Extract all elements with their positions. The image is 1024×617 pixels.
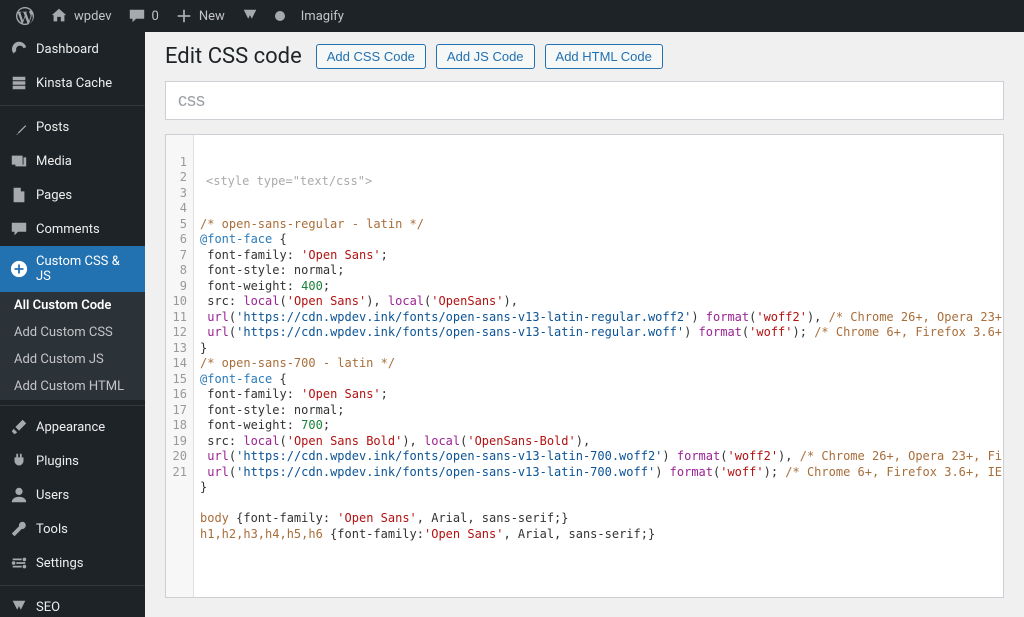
sidebar-item-tools[interactable]: Tools — [0, 512, 145, 546]
comments-icon — [10, 220, 28, 238]
add-css-button[interactable]: Add CSS Code — [316, 44, 426, 69]
wp-logo[interactable] — [8, 0, 42, 32]
sidebar-item-seo[interactable]: SEO — [0, 590, 145, 617]
sidebar-item-pages[interactable]: Pages — [0, 178, 145, 212]
admin-sidebar: Dashboard Kinsta Cache Posts Media Pages… — [0, 32, 145, 617]
code-editor[interactable]: 123456789101112131415161718192021 <style… — [165, 134, 1004, 598]
page-icon — [10, 186, 28, 204]
plus-circle-icon — [10, 260, 28, 278]
comment-icon — [128, 7, 146, 25]
sidebar-item-kinsta[interactable]: Kinsta Cache — [0, 66, 145, 100]
plus-icon — [175, 7, 193, 25]
sub-item-add-css[interactable]: Add Custom CSS — [0, 319, 145, 346]
seo-icon — [10, 598, 28, 616]
sidebar-item-dashboard[interactable]: Dashboard — [0, 32, 145, 66]
sub-item-all-code[interactable]: All Custom Code — [0, 292, 145, 319]
sidebar-item-users[interactable]: Users — [0, 478, 145, 512]
page-title: Edit CSS code — [165, 44, 302, 69]
admin-bar: wpdev 0 New Imagify — [0, 0, 1024, 32]
yoast-icon — [241, 7, 259, 25]
code-title-input[interactable] — [165, 81, 1004, 120]
comments-link[interactable]: 0 — [120, 0, 167, 32]
sidebar-item-posts[interactable]: Posts — [0, 110, 145, 144]
plug-icon — [10, 452, 28, 470]
cache-icon — [10, 74, 28, 92]
media-icon — [10, 152, 28, 170]
sidebar-item-custom-css-js[interactable]: Custom CSS & JS — [0, 246, 145, 292]
site-link[interactable]: wpdev — [42, 0, 120, 32]
comments-count: 0 — [152, 9, 159, 24]
imagify-link[interactable]: Imagify — [293, 0, 352, 32]
dashboard-icon — [10, 40, 28, 58]
sidebar-item-appearance[interactable]: Appearance — [0, 410, 145, 444]
generic-plugin[interactable] — [267, 0, 293, 32]
home-icon — [50, 7, 68, 25]
settings-icon — [10, 554, 28, 572]
sidebar-item-comments[interactable]: Comments — [0, 212, 145, 246]
sub-item-add-html[interactable]: Add Custom HTML — [0, 373, 145, 400]
imagify-label: Imagify — [301, 9, 344, 24]
main-content: Edit CSS code Add CSS Code Add JS Code A… — [145, 32, 1024, 617]
line-gutter: 123456789101112131415161718192021 — [166, 135, 194, 597]
code-area[interactable]: <style type="text/css"> /* open-sans-reg… — [194, 135, 1003, 597]
wordpress-icon — [16, 7, 34, 25]
wrench-icon — [10, 520, 28, 538]
sidebar-submenu: All Custom Code Add Custom CSS Add Custo… — [0, 292, 145, 400]
sidebar-item-settings[interactable]: Settings — [0, 546, 145, 580]
add-html-button[interactable]: Add HTML Code — [545, 44, 663, 69]
page-header: Edit CSS code Add CSS Code Add JS Code A… — [165, 44, 1004, 69]
dot-icon — [275, 11, 285, 21]
site-name: wpdev — [74, 9, 112, 24]
add-js-button[interactable]: Add JS Code — [436, 44, 535, 69]
new-label: New — [199, 9, 225, 24]
pin-icon — [10, 118, 28, 136]
new-content[interactable]: New — [167, 0, 233, 32]
sub-item-add-js[interactable]: Add Custom JS — [0, 346, 145, 373]
sidebar-item-media[interactable]: Media — [0, 144, 145, 178]
open-style-tag: <style type="text/css"> — [200, 170, 997, 186]
users-icon — [10, 486, 28, 504]
yoast-link[interactable] — [233, 0, 267, 32]
sidebar-item-plugins[interactable]: Plugins — [0, 444, 145, 478]
brush-icon — [10, 418, 28, 436]
